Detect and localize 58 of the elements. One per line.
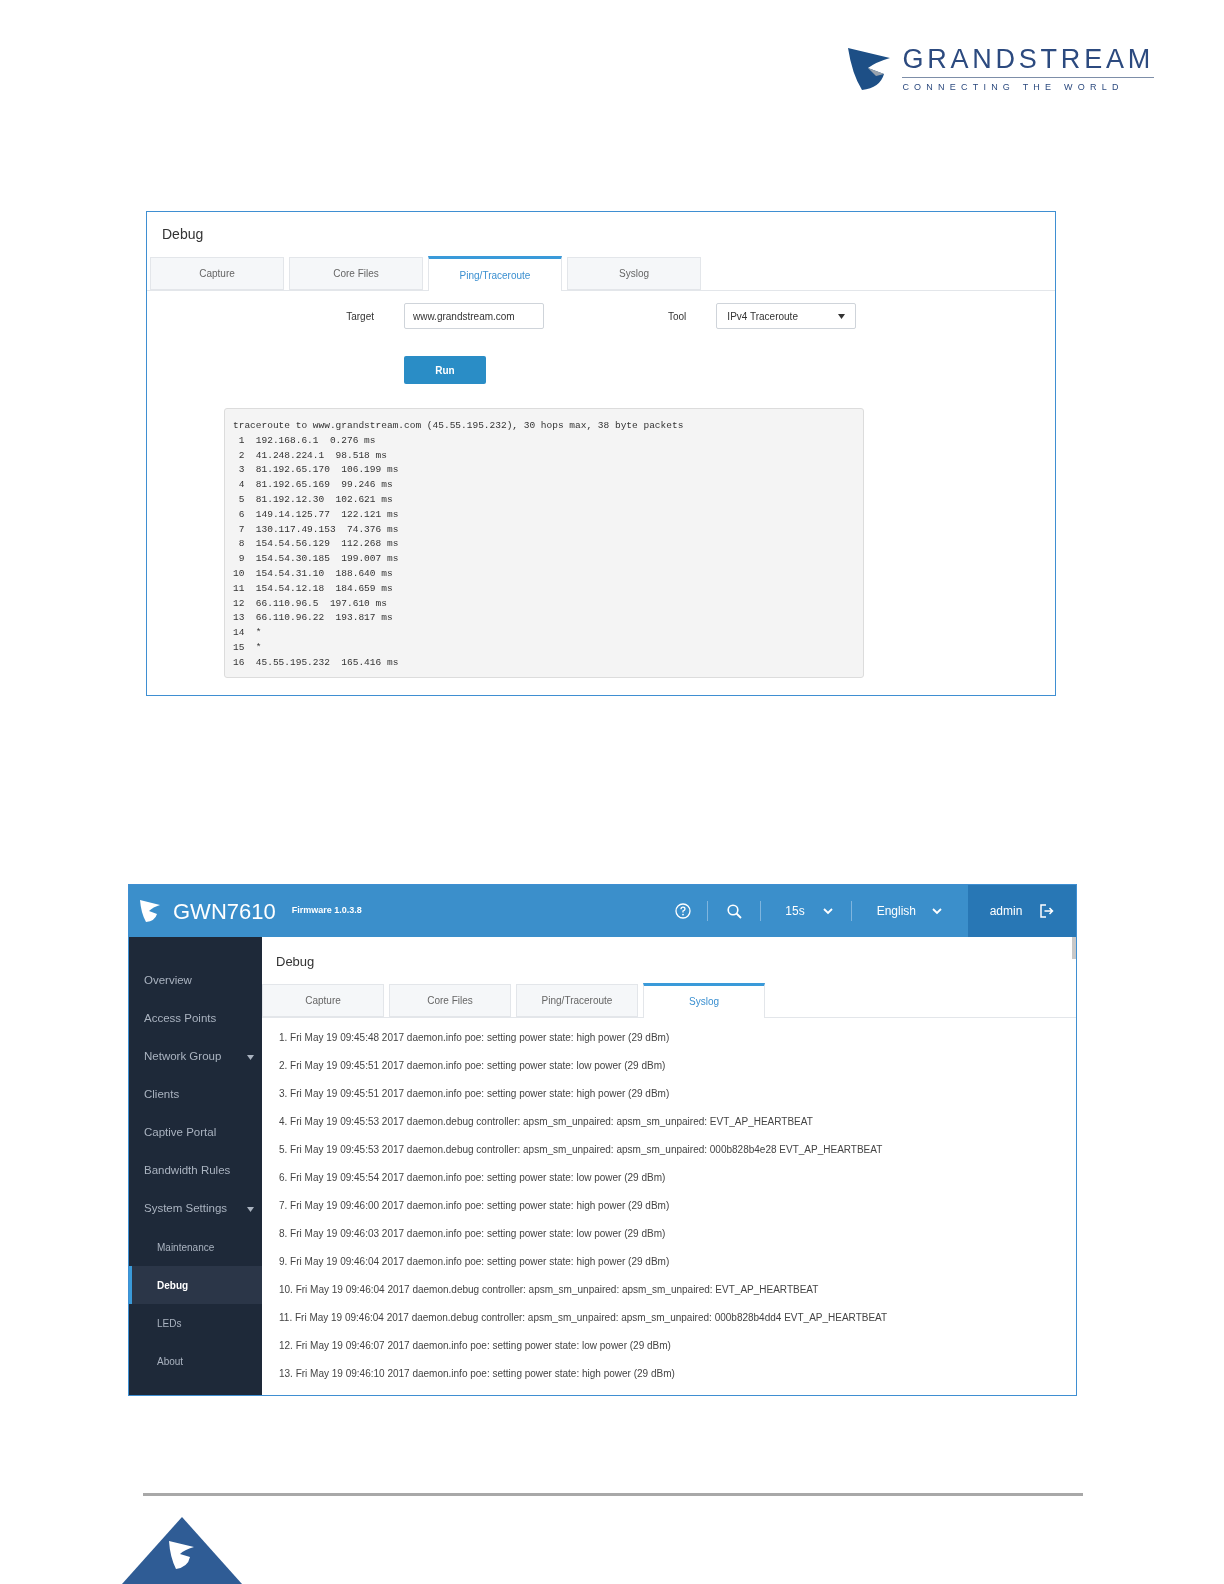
logo-icon: [139, 899, 161, 923]
product-name: GWN7610: [173, 897, 276, 926]
log-entry: 8. Fri May 19 09:46:03 2017 daemon.info poe: setting power state: low power (29 dBm): [279, 1227, 667, 1241]
field-label: Tool: [668, 309, 687, 324]
dropdown-arrow-icon: [247, 1054, 254, 1060]
sidebar-item[interactable]: About: [129, 1342, 262, 1380]
sidebar-item[interactable]: Overview: [129, 962, 262, 1000]
field-label: Target: [345, 309, 374, 324]
language-dropdown[interactable]: English: [876, 902, 942, 920]
username: admin: [989, 903, 1023, 920]
log-entry: 3. Fri May 19 09:45:51 2017 daemon.info poe: setting power state: high power (29 dBm): [279, 1087, 671, 1101]
log-entry: 10. Fri May 19 09:46:04 2017 daemon.debug controller: apsm_sm_unpaired: apsm_sm_unpaired: EVT_AP_HEARTBEAT: [279, 1283, 820, 1297]
run-button[interactable]: Run: [404, 356, 486, 384]
tab[interactable]: Ping/Traceroute: [428, 256, 562, 291]
log-entry: 2. Fri May 19 09:45:51 2017 daemon.info poe: setting power state: low power (29 dBm): [279, 1059, 667, 1073]
firmware-version: Firmware 1.0.3.8: [291, 904, 362, 918]
tab[interactable]: Syslog: [643, 982, 765, 1018]
chevron-down-icon: [932, 907, 942, 915]
logout-icon[interactable]: [1040, 904, 1055, 918]
scrollbar: [1072, 937, 1076, 959]
log-entry: 13. Fri May 19 09:46:10 2017 daemon.info poe: setting power state: high power (29 dBm): [279, 1367, 676, 1381]
page-title: Debug: [276, 953, 315, 971]
help-icon[interactable]: [675, 903, 692, 919]
log-entry: 11. Fri May 19 09:46:04 2017 daemon.debug controller: apsm_sm_unpaired: apsm_sm_unpaired: 000b828b4dd4 EVT_AP_HEARTBEAT: [279, 1311, 889, 1325]
sidebar-item[interactable]: System Settings: [129, 1190, 262, 1228]
log-entry: 5. Fri May 19 09:45:53 2017 daemon.debug controller: apsm_sm_unpaired: apsm_sm_unpaired: 000b828b4e28 EVT_AP_HEARTBEAT: [279, 1143, 884, 1157]
sidebar-item[interactable]: LEDs: [129, 1304, 262, 1342]
traceroute-output: traceroute to www.grandstream.com (45.55.195.232), 30 hops max, 38 byte packets 1 192.168.6.1 0.276 ms 2 41.248.224.1 98.518 ms 3 81.192.65.170 106.199 ms 4 81.192.65.169 99.246 ms 5 81.192.12.30 102.621 ms 6 149.14.125.77 122.121 ms 7 130.117.49.153 74.376 ms 8 154.54.56.129 112.268 ms 9 154.54.30.185 199.007 ms 10 154.54.31.10 188.640 ms 11 154.54.12.18 184.659 ms 12 66.110.96.5 197.610 ms 13 66.110.96.22 193.817 ms 14 * 15 * 16 45.55.195.232 165.416 ms: [233, 419, 685, 670]
sidebar-item[interactable]: Network Group: [129, 1038, 262, 1076]
chevron-down-icon: [822, 907, 833, 915]
brand-name: GRANDSTREAM: [902, 44, 1154, 74]
tab[interactable]: Ping/Traceroute: [516, 983, 638, 1017]
log-entry: 9. Fri May 19 09:46:04 2017 daemon.info poe: setting power state: high power (29 dBm): [279, 1255, 671, 1269]
sidebar-item[interactable]: Maintenance: [129, 1228, 262, 1266]
log-entry: 12. Fri May 19 09:46:07 2017 daemon.info poe: setting power state: low power (29 dBm): [279, 1339, 672, 1353]
page-title: Debug: [162, 225, 204, 244]
tab[interactable]: Core Files: [289, 257, 423, 290]
sidebar-item[interactable]: Bandwidth Rules: [129, 1152, 262, 1190]
tab[interactable]: Syslog: [567, 257, 701, 290]
sidebar-item[interactable]: Captive Portal: [129, 1114, 262, 1152]
dropdown-arrow-icon: [838, 313, 846, 319]
tab[interactable]: Capture: [150, 257, 284, 290]
log-entry: 4. Fri May 19 09:45:53 2017 daemon.debug controller: apsm_sm_unpaired: apsm_sm_unpaired: EVT_AP_HEARTBEAT: [279, 1115, 814, 1129]
sidebar-item[interactable]: Access Points: [129, 1000, 262, 1038]
log-entry: 6. Fri May 19 09:45:54 2017 daemon.info poe: setting power state: low power (29 dBm): [279, 1171, 667, 1185]
sidebar-item[interactable]: Clients: [129, 1076, 262, 1114]
brand-tagline: CONNECTING THE WORLD: [902, 81, 1125, 94]
tab[interactable]: Capture: [262, 983, 384, 1017]
tab[interactable]: Core Files: [389, 983, 511, 1017]
search-icon[interactable]: [727, 903, 743, 919]
target-field[interactable]: www.grandstream.com: [404, 303, 544, 329]
refresh-dropdown[interactable]: 15s: [785, 902, 833, 920]
tool-dropdown[interactable]: IPv4 Traceroute: [716, 303, 857, 329]
logo-badge-icon: [122, 1517, 242, 1584]
log-entry: 7. Fri May 19 09:46:00 2017 daemon.info poe: setting power state: high power (29 dBm): [279, 1199, 671, 1213]
log-entry: 1. Fri May 19 09:45:48 2017 daemon.info poe: setting power state: high power (29 dBm): [279, 1031, 671, 1045]
dropdown-arrow-icon: [247, 1206, 254, 1212]
sidebar-item[interactable]: Debug: [129, 1266, 262, 1304]
